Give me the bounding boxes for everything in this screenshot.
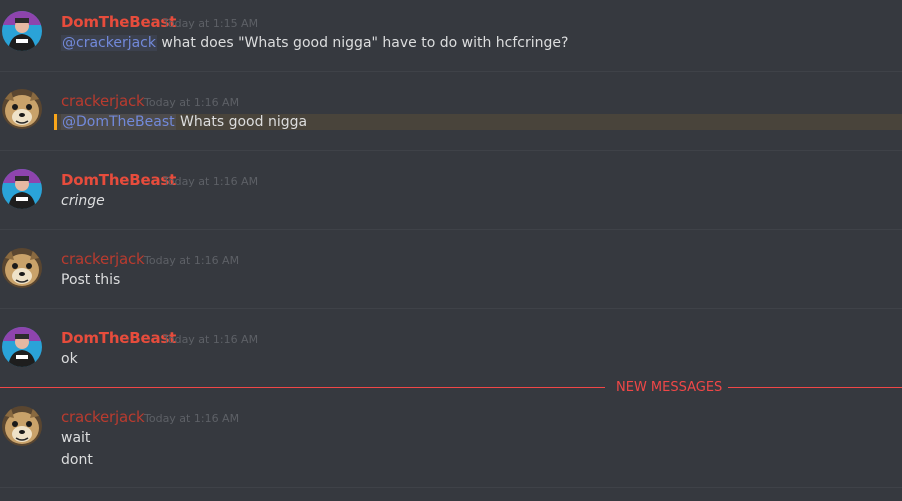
message-timestamp: Today at 1:16 AM: [144, 96, 240, 109]
chat-messages: DomTheBeast Today at 1:15 AM @crackerjac…: [0, 0, 902, 501]
author-name[interactable]: crackerjack: [61, 408, 145, 426]
message-content: ok: [61, 351, 78, 367]
message-divider: [0, 308, 902, 309]
message-text: ok: [61, 351, 78, 367]
mention-highlight-bar: [54, 114, 57, 130]
new-messages-label: NEW MESSAGES: [616, 380, 723, 395]
message-text: what does "Whats good nigga" have to do …: [156, 35, 569, 51]
message-text: wait: [61, 430, 91, 446]
message-content: Post this: [61, 272, 120, 288]
message-content: @crackerjack what does "Whats good nigga…: [61, 35, 568, 51]
author-name[interactable]: DomTheBeast: [61, 171, 176, 189]
message-text: Post this: [61, 272, 121, 288]
message-timestamp: Today at 1:16 AM: [144, 254, 240, 267]
message-content: dont: [61, 452, 93, 468]
crackerjack-avatar-icon[interactable]: [2, 89, 42, 129]
author-name[interactable]: crackerjack: [61, 250, 145, 268]
message-timestamp: Today at 1:16 AM: [163, 333, 259, 346]
message-timestamp: Today at 1:16 AM: [163, 175, 259, 188]
dom-avatar-icon[interactable]: [2, 11, 42, 51]
message-text: Whats good nigga: [175, 114, 308, 130]
dom-avatar-icon[interactable]: [2, 327, 42, 367]
message-divider: [0, 71, 902, 72]
user-mention[interactable]: @crackerjack: [61, 35, 157, 51]
user-mention[interactable]: @DomTheBeast: [61, 114, 176, 130]
message-content: wait: [61, 430, 90, 446]
crackerjack-avatar-icon[interactable]: [2, 406, 42, 446]
dom-avatar-icon[interactable]: [2, 169, 42, 209]
message-timestamp: Today at 1:16 AM: [144, 412, 240, 425]
message-text: dont: [61, 452, 93, 468]
message-content: @DomTheBeast Whats good nigga: [61, 114, 307, 130]
author-name[interactable]: DomTheBeast: [61, 13, 176, 31]
message-divider: [0, 150, 902, 151]
message-timestamp: Today at 1:15 AM: [163, 17, 259, 30]
author-name[interactable]: crackerjack: [61, 92, 145, 110]
message-divider: [0, 487, 902, 488]
message-content: cringe: [61, 193, 105, 209]
message-text: cringe: [61, 193, 105, 209]
new-messages-line: [0, 387, 605, 388]
author-name[interactable]: DomTheBeast: [61, 329, 176, 347]
new-messages-line: [728, 387, 902, 388]
crackerjack-avatar-icon[interactable]: [2, 248, 42, 288]
message-divider: [0, 229, 902, 230]
